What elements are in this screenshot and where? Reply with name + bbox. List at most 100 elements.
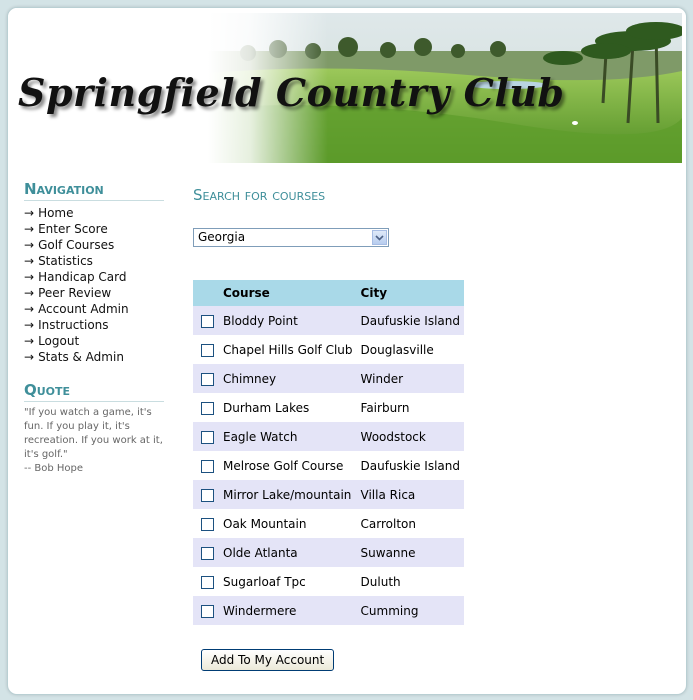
nav-link-enter-score[interactable]: Enter Score	[38, 222, 108, 236]
arrow-right-icon: →	[24, 350, 35, 364]
sidebar: Navigation → Home → Enter Score → Golf Cour…	[24, 180, 164, 476]
course-checkbox[interactable]	[201, 372, 214, 386]
table-row: Bloddy Point Daufuskie Island	[193, 306, 464, 335]
table-row: Melrose Golf Course Daufuskie Island	[193, 451, 464, 480]
nav-link-peer-review[interactable]: Peer Review	[38, 286, 111, 300]
arrow-right-icon: →	[24, 238, 35, 252]
course-name: Chapel Hills Golf Club	[223, 342, 353, 357]
row-select-cell	[193, 364, 219, 393]
state-select[interactable]: Georgia	[193, 228, 389, 247]
nav-link-account-admin[interactable]: Account Admin	[38, 302, 129, 316]
navigation-list: → Home → Enter Score → Golf Courses → Statis…	[24, 205, 164, 365]
course-checkbox[interactable]	[201, 430, 214, 444]
city-column-header: City	[356, 280, 464, 306]
course-city: Daufuskie Island	[360, 458, 460, 473]
course-checkbox[interactable]	[201, 314, 214, 328]
courses-table: Course City Bloddy Point Daufuskie Islan…	[193, 280, 464, 625]
course-name: Eagle Watch	[219, 422, 357, 451]
row-select-cell	[193, 538, 219, 567]
course-city: Carrolton	[360, 516, 416, 531]
quote-text: "If you watch a game, it's fun. If you p…	[24, 407, 163, 460]
row-select-cell	[193, 567, 219, 596]
course-checkbox[interactable]	[201, 343, 214, 357]
quote-heading: Quote	[24, 381, 164, 402]
nav-item-account-admin: → Account Admin	[24, 301, 164, 317]
nav-link-stats-admin[interactable]: Stats & Admin	[38, 350, 124, 364]
course-city: Fairburn	[360, 400, 410, 415]
arrow-right-icon: →	[24, 270, 35, 284]
course-name: Mirror Lake/mountain	[219, 480, 357, 509]
course-name: Melrose Golf Course	[223, 458, 344, 473]
arrow-right-icon: →	[24, 318, 35, 332]
site-header: Springfield Country Club	[8, 8, 686, 163]
arrow-right-icon: →	[24, 222, 35, 236]
nav-link-golf-courses[interactable]: Golf Courses	[38, 238, 114, 252]
course-city: Douglasville	[360, 342, 434, 357]
site-title: Springfield Country Club	[18, 70, 565, 115]
nav-item-golf-courses: → Golf Courses	[24, 237, 164, 253]
course-checkbox[interactable]	[201, 604, 214, 618]
course-city: Cumming	[356, 596, 464, 625]
table-row: Chimney Winder	[193, 364, 464, 393]
nav-link-home[interactable]: Home	[38, 206, 73, 220]
row-select-cell	[193, 451, 219, 480]
page-frame: Springfield Country Club Navigation → Hom…	[7, 7, 687, 695]
course-city: Suwanne	[356, 538, 464, 567]
table-row: Eagle Watch Woodstock	[193, 422, 464, 451]
table-row: Mirror Lake/mountain Villa Rica	[193, 480, 464, 509]
row-select-cell	[193, 306, 219, 335]
navigation-heading: Navigation	[24, 180, 164, 201]
course-city: Daufuskie Island	[356, 306, 464, 335]
arrow-right-icon: →	[24, 254, 35, 268]
nav-item-enter-score: → Enter Score	[24, 221, 164, 237]
course-city: Duluth	[360, 574, 401, 589]
row-select-cell	[193, 422, 219, 451]
row-select-cell	[193, 509, 219, 538]
table-row: Olde Atlanta Suwanne	[193, 538, 464, 567]
nav-item-peer-review: → Peer Review	[24, 285, 164, 301]
course-name: Durham Lakes	[223, 400, 310, 415]
course-name: Windermere	[219, 596, 357, 625]
page-title: Search for courses	[193, 186, 326, 204]
course-checkbox[interactable]	[201, 459, 214, 473]
chevron-down-icon[interactable]	[372, 230, 387, 245]
table-row: Oak Mountain Carrolton	[193, 509, 464, 538]
course-checkbox[interactable]	[201, 517, 214, 531]
state-select-value: Georgia	[198, 230, 246, 244]
row-select-cell	[193, 393, 219, 422]
nav-link-instructions[interactable]: Instructions	[38, 318, 108, 332]
course-column-header: Course	[219, 280, 357, 306]
nav-item-home: → Home	[24, 205, 164, 221]
nav-item-instructions: → Instructions	[24, 317, 164, 333]
table-row: Sugarloaf Tpc Duluth	[193, 567, 464, 596]
add-to-account-button[interactable]: Add To My Account	[201, 649, 335, 671]
table-row: Chapel Hills Golf Club Douglasville	[193, 335, 464, 364]
course-city: Woodstock	[356, 422, 464, 451]
nav-item-stats-admin: → Stats & Admin	[24, 349, 164, 365]
course-checkbox[interactable]	[201, 401, 214, 415]
select-column-header	[193, 280, 219, 306]
nav-link-handicap-card[interactable]: Handicap Card	[38, 270, 126, 284]
row-select-cell	[193, 596, 219, 625]
arrow-right-icon: →	[24, 286, 35, 300]
course-city: Villa Rica	[356, 480, 464, 509]
nav-item-handicap-card: → Handicap Card	[24, 269, 164, 285]
course-name: Chimney	[219, 364, 357, 393]
course-city: Winder	[356, 364, 464, 393]
table-row: Windermere Cumming	[193, 596, 464, 625]
nav-link-logout[interactable]: Logout	[38, 334, 79, 348]
main-content: Search for courses Georgia Course City B…	[193, 186, 673, 671]
course-checkbox[interactable]	[201, 546, 214, 560]
table-row: Durham Lakes Fairburn	[193, 393, 464, 422]
row-select-cell	[193, 335, 219, 364]
course-checkbox[interactable]	[201, 575, 214, 589]
nav-link-statistics[interactable]: Statistics	[38, 254, 93, 268]
table-header-row: Course City	[193, 280, 464, 306]
nav-item-statistics: → Statistics	[24, 253, 164, 269]
row-select-cell	[193, 480, 219, 509]
course-checkbox[interactable]	[201, 488, 214, 502]
nav-item-logout: → Logout	[24, 333, 164, 349]
arrow-right-icon: →	[24, 302, 35, 316]
course-name: Bloddy Point	[219, 306, 357, 335]
arrow-right-icon: →	[24, 334, 35, 348]
